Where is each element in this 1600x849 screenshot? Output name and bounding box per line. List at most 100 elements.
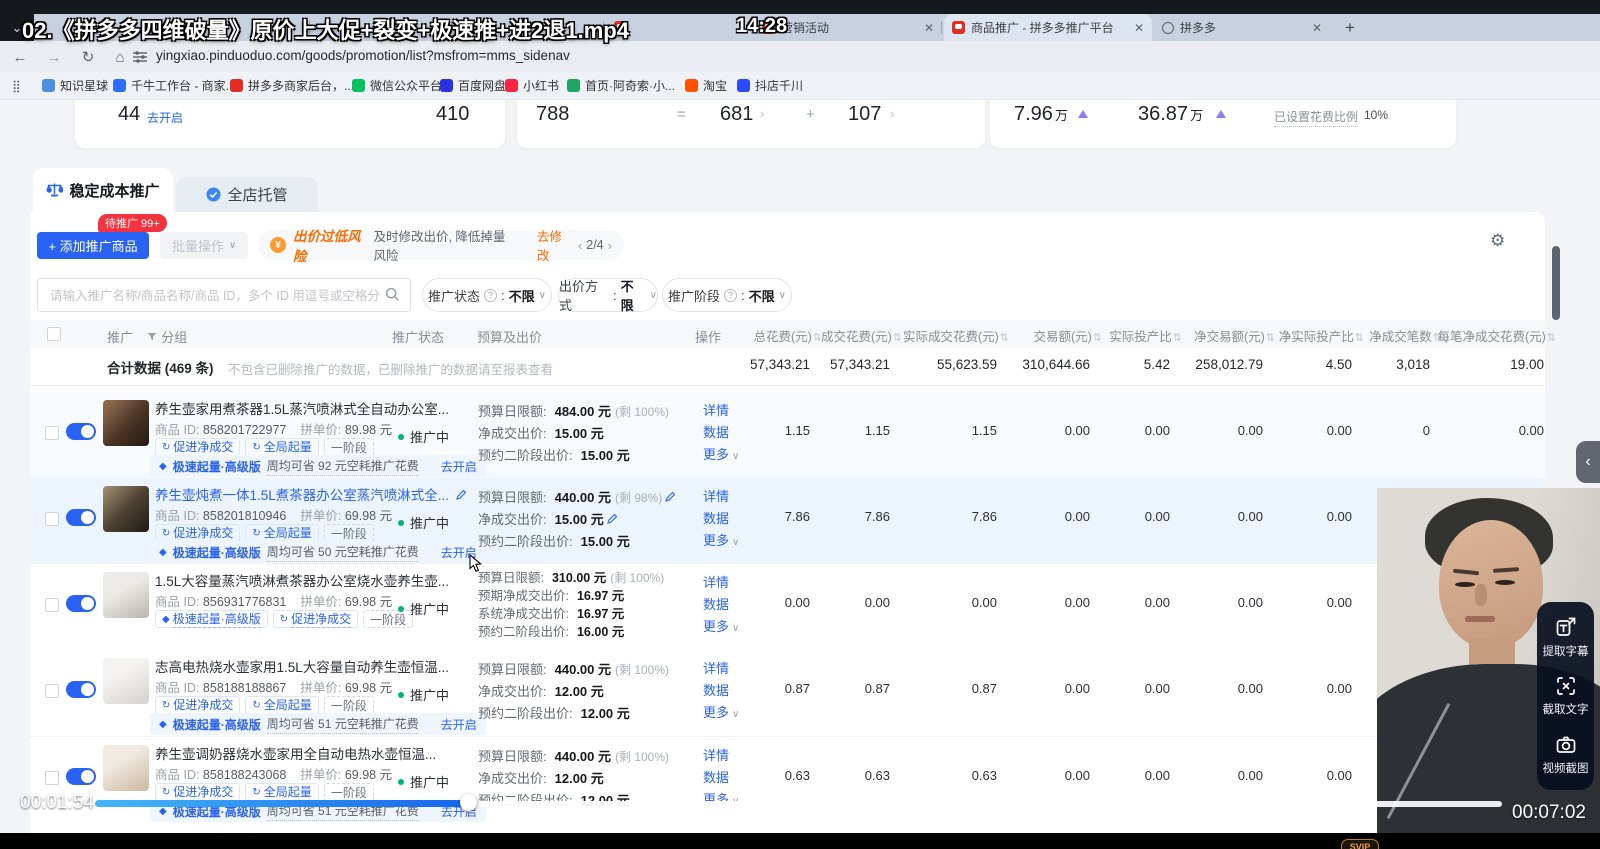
budget-label: 预约二阶段出价: [478,706,573,721]
product-name[interactable]: 养生壶调奶器烧水壶家用全自动电热水壶恒温... [155,743,436,763]
tag-chip-promo[interactable]: ↻ 全局起量 [245,524,319,542]
row-checkbox[interactable] [45,771,59,785]
tag-chip-promo[interactable]: ↻ 促进净成交 [155,438,241,456]
browser-tab[interactable]: 商品推广 - 拼多多推广平台 ✕ [944,14,1152,41]
side-button-截取文字[interactable]: 截取文字 [1543,674,1589,717]
new-tab-button[interactable]: + [1338,17,1362,39]
tag-chip-promo[interactable]: ↻ 全局起量 [245,783,319,801]
bookmark-item[interactable]: 百度网盘 [440,76,506,95]
bookmark-item[interactable]: 淘宝 [685,76,727,95]
row-action-detail[interactable]: 详情 [703,745,729,764]
bookmark-item[interactable]: 抖店千川 [737,76,803,95]
tab-close-icon[interactable]: ✕ [916,21,934,35]
product-name[interactable]: 养生壶炖煮一体1.5L煮茶器办公室蒸汽喷淋式全... [155,484,467,504]
chevron-right-icon[interactable]: › [760,106,764,121]
home-icon[interactable]: ⌂ [108,45,132,69]
go-fix-link[interactable]: 去修改 [537,226,571,264]
edit-pencil-icon[interactable] [665,491,676,502]
budget-value: 16.97 元 [576,589,625,603]
tab-close-icon[interactable]: ✕ [1126,21,1144,35]
tag-chip-promo[interactable]: ↻ 全局起量 [245,438,319,456]
bookmark-item[interactable]: 首页·阿奇索·小... [567,76,675,95]
filter-promo-stage[interactable]: 推广阶段?: 不限 ∨ [662,278,792,312]
edit-pencil-icon[interactable] [606,513,618,524]
bookmark-item[interactable]: 拼多多商家后台，... [230,76,354,95]
search-icon[interactable] [385,287,400,302]
apps-grid-icon[interactable]: ⣿ [12,79,22,93]
progress-knob[interactable] [460,794,477,811]
row-action-detail[interactable]: 详情 [703,400,729,419]
row-checkbox[interactable] [45,684,59,698]
bookmark-item[interactable]: 小红书 [505,76,559,95]
side-button-视频截图[interactable]: 视频截图 [1543,733,1589,776]
stat-a[interactable]: 681 [720,103,753,126]
bookmark-item[interactable]: 千牛工作台 - 商家... [113,76,236,95]
progress-bar-remaining[interactable] [478,801,1502,807]
filter-promo-status[interactable]: 推广状态?: 不限 ∨ [422,278,552,312]
tab-store-trusteeship[interactable]: 全店托管 [176,177,318,212]
filter-funnel-icon[interactable] [147,332,157,342]
bookmark-favicon-icon [113,79,126,92]
search-input[interactable] [48,280,382,312]
select-all-checkbox[interactable] [47,327,61,344]
scrollbar-thumb[interactable] [1552,246,1560,320]
pager-next-icon[interactable]: › [608,238,612,253]
tag-chip-promo[interactable]: ↻ 促进净成交 [155,696,241,714]
tag-chip-promo[interactable]: ↻ 促进净成交 [155,524,241,542]
pager-prev-icon[interactable]: ‹ [578,238,582,253]
promo-toggle-on[interactable] [66,509,96,526]
row-checkbox[interactable] [45,598,59,612]
browser-tab[interactable]: 拼多多 ✕ [1154,14,1330,41]
row-action-detail[interactable]: 详情 [703,486,729,505]
pager-count: 2/4 [586,238,604,252]
row-action-more[interactable]: 更多∨ [703,444,739,463]
row-action-more[interactable]: 更多∨ [703,616,739,635]
filter-bid-method[interactable]: 出价方式: 不限 ∨ [558,278,658,313]
bookmark-item[interactable]: 微信公众平台 [352,76,442,95]
row-checkbox[interactable] [45,512,59,526]
row-action-more[interactable]: 更多∨ [703,702,739,721]
row-action-detail[interactable]: 详情 [703,658,729,677]
batch-action-button[interactable]: 批量操作 ∨ [160,232,248,259]
col-group[interactable]: 分组 [161,330,187,345]
go-enable-link[interactable]: 去开启 [441,458,477,475]
progress-bar-played[interactable] [95,800,468,807]
promo-toggle-on[interactable] [66,681,96,698]
add-promo-product-button[interactable]: + 添加推广商品 [37,232,149,259]
stat-b[interactable]: 107 [848,103,881,126]
tab-stable-cost-promo[interactable]: 稳定成本推广 [33,168,173,212]
promo-status: 推广中 [398,427,449,446]
go-enable-link[interactable]: 去开启 [441,716,477,733]
col-metric-header[interactable]: 每笔净成交花费(元)⇅ [1394,326,1556,345]
side-button-提取字幕[interactable]: 提取字幕 [1543,616,1589,659]
row-checkbox[interactable] [45,426,59,440]
row-action-detail[interactable]: 详情 [703,572,729,591]
sort-icon[interactable]: ⇅ [1547,332,1556,344]
promo-toggle-on[interactable] [66,423,96,440]
chevron-right-icon[interactable]: › [890,106,894,121]
tag-chip-promo[interactable]: ↻ 全局起量 [245,696,319,714]
refresh-icon[interactable]: ↻ [76,45,100,69]
product-name[interactable]: 1.5L大容量蒸汽喷淋煮茶器办公室烧水壶养生壶... [155,570,449,590]
bookmark-item[interactable]: 知识星球 [42,76,108,95]
url-bar[interactable]: yingxiao.pinduoduo.com/goods/promotion/l… [156,48,570,63]
tab-close-icon[interactable]: ✕ [1304,21,1322,35]
edit-pencil-icon[interactable] [456,489,467,500]
product-name[interactable]: 养生壶家用煮茶器1.5L蒸汽喷淋式全自动办公室... [155,398,449,418]
budget-value: 440.00 元 [554,749,611,764]
tag-chip-promo[interactable]: ◆ 极速起量·高级版 [155,610,268,628]
promo-toggle-on[interactable] [66,595,96,612]
collapse-panel-tab[interactable]: ‹ [1576,441,1600,483]
warning-desc: 及时修改出价, 降低掉量风险 [373,230,506,263]
tag-chip-promo[interactable]: ↻ 促进净成交 [272,610,359,628]
budget-line: 净成交出价: 12.00 元 [478,768,604,787]
back-icon[interactable]: ← [8,45,32,69]
product-name[interactable]: 志高电热烧水壶家用1.5L大容量自动养生壶恒温... [155,656,449,676]
forward-icon[interactable]: → [42,45,66,69]
row-action-more[interactable]: 更多∨ [703,530,739,549]
go-enable-link[interactable]: 去开启 [147,109,183,126]
promo-toggle-on[interactable] [66,768,96,785]
site-settings-icon[interactable] [132,50,148,64]
gear-icon[interactable]: ⚙ [1490,231,1505,251]
tag-chip-promo[interactable]: ↻ 促进净成交 [155,783,241,801]
